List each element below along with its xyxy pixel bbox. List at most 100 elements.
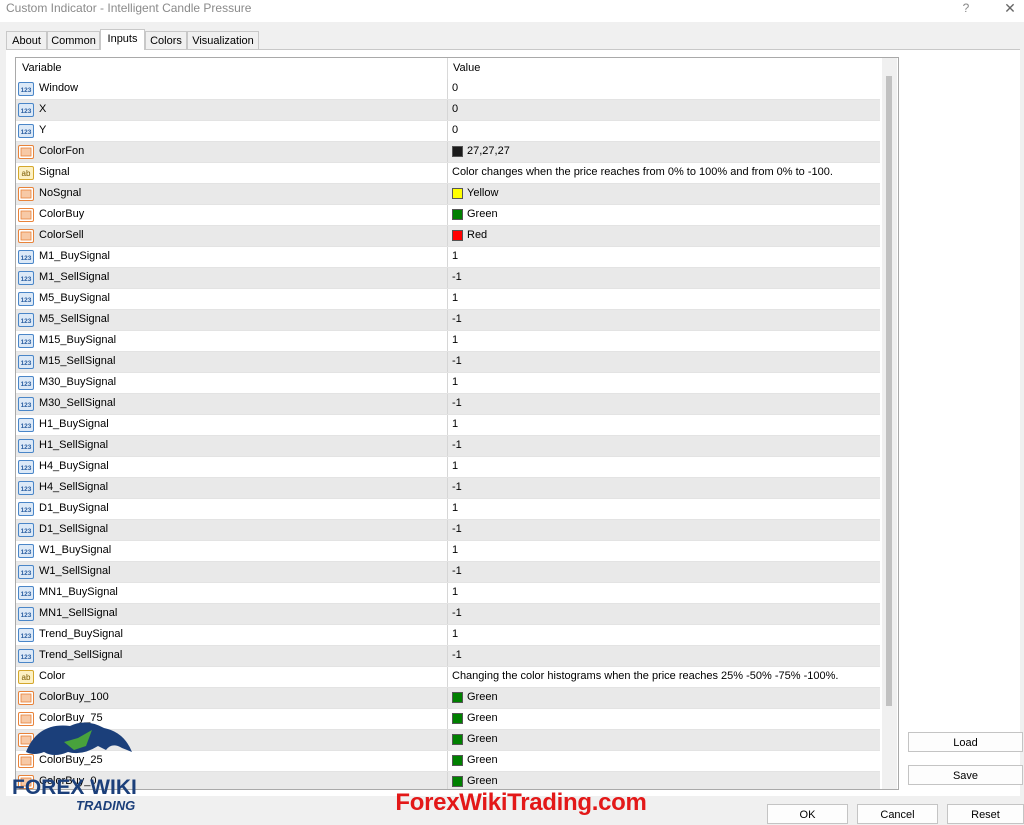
value-cell[interactable]: -1 [452, 313, 462, 325]
value-cell[interactable]: Green [467, 775, 498, 787]
color-swatch[interactable] [452, 146, 463, 157]
grid-row[interactable]: 123 H4_BuySignal 1 [16, 457, 880, 478]
value-cell[interactable]: 1 [452, 460, 458, 472]
tab-common[interactable]: Common [47, 31, 100, 49]
color-swatch[interactable] [452, 776, 463, 787]
grid-row[interactable]: 123 W1_SellSignal -1 [16, 562, 880, 583]
value-cell[interactable]: 0 [452, 82, 458, 94]
grid-row[interactable]: 123 M15_BuySignal 1 [16, 331, 880, 352]
grid-row[interactable]: 123 X 0 [16, 100, 880, 121]
value-cell[interactable]: 1 [452, 418, 458, 430]
tab-colors[interactable]: Colors [145, 31, 187, 49]
grid-row[interactable]: 123 H1_SellSignal -1 [16, 436, 880, 457]
column-divider[interactable] [447, 58, 448, 79]
variable-name: Color [39, 670, 66, 682]
value-cell[interactable]: 1 [452, 544, 458, 556]
value-cell[interactable]: -1 [452, 649, 462, 661]
value-cell[interactable]: Changing the color histograms when the p… [452, 670, 838, 682]
grid-row[interactable]: 123 W1_BuySignal 1 [16, 541, 880, 562]
color-swatch[interactable] [452, 713, 463, 724]
value-cell[interactable]: 0 [452, 103, 458, 115]
variable-name: Y [39, 124, 47, 136]
scrollbar-thumb[interactable] [886, 76, 892, 706]
save-button[interactable]: Save [908, 765, 1023, 785]
cell-divider [447, 583, 448, 603]
grid-row[interactable]: 123 M30_BuySignal 1 [16, 373, 880, 394]
tab-visualization[interactable]: Visualization [187, 31, 259, 49]
value-cell[interactable]: -1 [452, 523, 462, 535]
grid-row[interactable]: 123 Trend_BuySignal 1 [16, 625, 880, 646]
value-cell[interactable]: Green [467, 208, 498, 220]
value-cell[interactable]: Color changes when the price reaches fro… [452, 166, 833, 178]
grid-row[interactable]: 123 Trend_SellSignal -1 [16, 646, 880, 667]
svg-text:123: 123 [21, 255, 32, 262]
value-cell[interactable]: -1 [452, 607, 462, 619]
grid-row[interactable]: 123 MN1_BuySignal 1 [16, 583, 880, 604]
grid-row[interactable]: 123 M15_SellSignal -1 [16, 352, 880, 373]
cancel-button[interactable]: Cancel [857, 804, 938, 824]
inputs-grid[interactable]: Variable Value 123 Window 0 123 X 0 123 Y 0 Color… [15, 57, 899, 790]
cell-divider [447, 310, 448, 330]
reset-button[interactable]: Reset [947, 804, 1024, 824]
color-swatch[interactable] [452, 734, 463, 745]
grid-row[interactable]: 123 H1_BuySignal 1 [16, 415, 880, 436]
value-cell[interactable]: Green [467, 733, 498, 745]
value-cell[interactable]: Red [467, 229, 487, 241]
grid-row[interactable]: 123 M1_SellSignal -1 [16, 268, 880, 289]
grid-row[interactable]: 123 M1_BuySignal 1 [16, 247, 880, 268]
value-cell[interactable]: -1 [452, 439, 462, 451]
value-cell[interactable]: 1 [452, 250, 458, 262]
value-cell[interactable]: Green [467, 754, 498, 766]
column-header-variable[interactable]: Variable [22, 62, 62, 74]
column-header-value[interactable]: Value [453, 62, 480, 74]
grid-row[interactable]: 123 M30_SellSignal -1 [16, 394, 880, 415]
value-cell[interactable]: 1 [452, 292, 458, 304]
grid-row[interactable]: ColorBuy Green [16, 205, 880, 226]
grid-row[interactable]: 123 M5_SellSignal -1 [16, 310, 880, 331]
value-cell[interactable]: 1 [452, 502, 458, 514]
value-cell[interactable]: 27,27,27 [467, 145, 510, 157]
tab-about[interactable]: About [6, 31, 47, 49]
value-cell[interactable]: -1 [452, 355, 462, 367]
load-button[interactable]: Load [908, 732, 1023, 752]
value-cell[interactable]: 1 [452, 334, 458, 346]
integer-type-icon: 123 [18, 334, 34, 348]
value-cell[interactable]: 0 [452, 124, 458, 136]
color-swatch[interactable] [452, 230, 463, 241]
value-cell[interactable]: -1 [452, 565, 462, 577]
color-swatch[interactable] [452, 692, 463, 703]
grid-row[interactable]: ColorBuy_100 Green [16, 688, 880, 709]
color-swatch[interactable] [452, 188, 463, 199]
logo-subtitle: TRADING [76, 798, 135, 813]
help-button[interactable]: ? [958, 0, 974, 16]
color-swatch[interactable] [452, 755, 463, 766]
integer-type-icon: 123 [18, 271, 34, 285]
value-cell[interactable]: 1 [452, 586, 458, 598]
value-cell[interactable]: Green [467, 691, 498, 703]
grid-row[interactable]: ab Color Changing the color histograms whe… [16, 667, 880, 688]
grid-row[interactable]: ColorSell Red [16, 226, 880, 247]
grid-row[interactable]: 123 MN1_SellSignal -1 [16, 604, 880, 625]
grid-row[interactable]: 123 Window 0 [16, 79, 880, 100]
value-cell[interactable]: -1 [452, 481, 462, 493]
close-button[interactable]: ✕ [1000, 0, 1020, 16]
grid-row[interactable]: 123 H4_SellSignal -1 [16, 478, 880, 499]
value-cell[interactable]: 1 [452, 376, 458, 388]
grid-row[interactable]: 123 M5_BuySignal 1 [16, 289, 880, 310]
vertical-scrollbar[interactable] [882, 58, 897, 789]
grid-row[interactable]: ab Signal Color changes when the price rea… [16, 163, 880, 184]
value-cell[interactable]: Green [467, 712, 498, 724]
grid-row[interactable]: 123 Y 0 [16, 121, 880, 142]
grid-row[interactable]: 123 D1_SellSignal -1 [16, 520, 880, 541]
value-cell[interactable]: Yellow [467, 187, 498, 199]
value-cell[interactable]: -1 [452, 397, 462, 409]
tab-inputs[interactable]: Inputs [100, 29, 145, 50]
ok-button[interactable]: OK [767, 804, 848, 824]
color-swatch[interactable] [452, 209, 463, 220]
grid-row[interactable]: ColorFon 27,27,27 [16, 142, 880, 163]
value-cell[interactable]: -1 [452, 271, 462, 283]
grid-row[interactable]: NoSgnal Yellow [16, 184, 880, 205]
grid-row[interactable]: 123 D1_BuySignal 1 [16, 499, 880, 520]
cell-divider [447, 205, 448, 225]
value-cell[interactable]: 1 [452, 628, 458, 640]
